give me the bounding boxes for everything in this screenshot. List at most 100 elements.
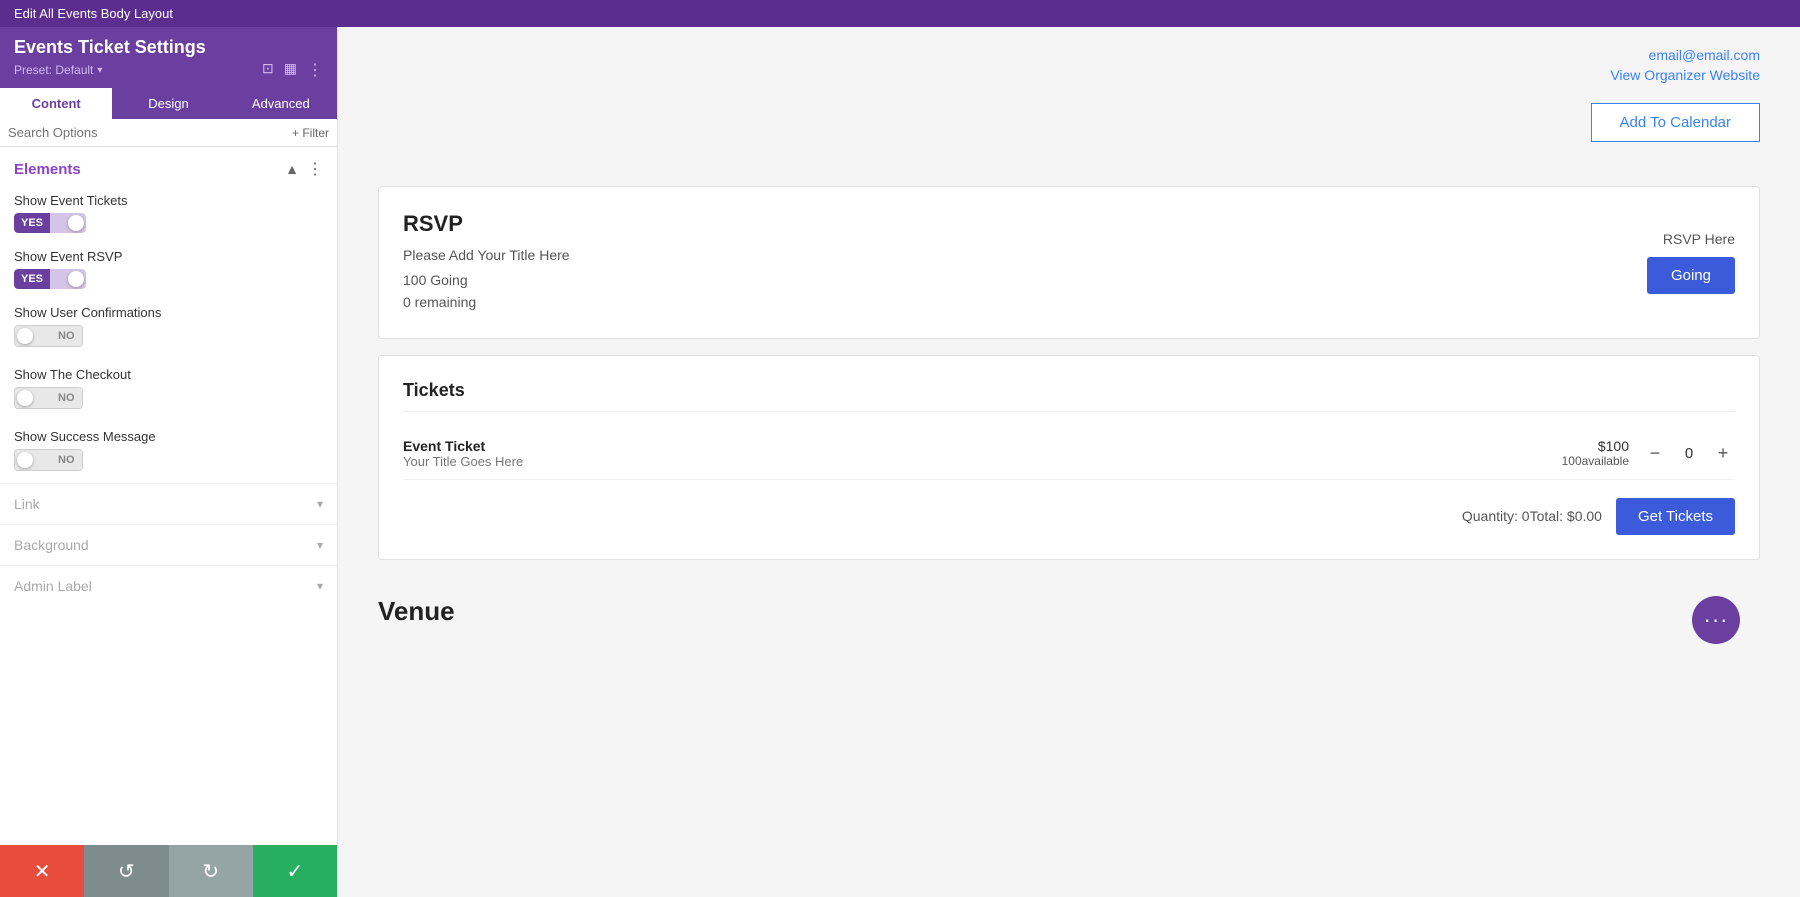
section-controls: ▲ ⋮ [285, 159, 323, 179]
preset-line: Preset: Default ▾ ⊡ ▦ ⋮ [14, 60, 323, 80]
venue-title: Venue [378, 596, 1760, 627]
qty-control: − 0 + [1643, 441, 1735, 465]
rsvp-going: 100 Going [403, 269, 1647, 291]
bottom-bar: ✕ ↺ ↻ ✓ [0, 845, 337, 897]
rsvp-subtitle: Please Add Your Title Here [403, 247, 1647, 263]
tab-advanced[interactable]: Advanced [225, 88, 337, 119]
venue-section: Venue ··· [378, 576, 1760, 627]
sidebar-tabs: Content Design Advanced [0, 88, 337, 119]
link-label: Link [14, 496, 40, 512]
content-top: email@email.com View Organizer Website [378, 27, 1760, 93]
organizer-links: email@email.com View Organizer Website [1610, 47, 1760, 83]
rsvp-card-left: RSVP Please Add Your Title Here 100 Goin… [403, 211, 1647, 314]
search-input[interactable] [8, 125, 286, 140]
admin-label-label: Admin Label [14, 578, 92, 594]
toggle-yes-label: YES [14, 213, 50, 233]
widget-title: Events Ticket Settings [14, 37, 323, 58]
qty-decrement-button[interactable]: − [1643, 441, 1667, 465]
sidebar: Events Ticket Settings Preset: Default ▾… [0, 27, 338, 897]
rsvp-remaining: 0 remaining [403, 291, 1647, 313]
tab-content[interactable]: Content [0, 88, 112, 119]
sidebar-header: Events Ticket Settings Preset: Default ▾… [0, 27, 337, 88]
toggle-label-confirmations: Show User Confirmations [14, 305, 323, 320]
ticket-available: 100available [1562, 454, 1629, 468]
search-row: + Filter [0, 119, 337, 147]
chevron-up-icon[interactable]: ▲ [285, 161, 299, 177]
toggle-no-text-conf: NO [51, 326, 82, 346]
ticket-info: Event Ticket Your Title Goes Here [403, 438, 523, 469]
toggle-thumb-conf [17, 328, 33, 344]
qty-increment-button[interactable]: + [1711, 441, 1735, 465]
link-chevron-icon: ▾ [317, 497, 323, 511]
ticket-subtitle: Your Title Goes Here [403, 454, 523, 469]
qty-total-text: Quantity: 0Total: $0.00 [1462, 508, 1602, 524]
main-layout: Events Ticket Settings Preset: Default ▾… [0, 27, 1800, 897]
toggle-label-success: Show Success Message [14, 429, 323, 444]
toggle-no-track-checkout [15, 388, 51, 408]
collapsible-admin-label[interactable]: Admin Label ▾ [0, 565, 337, 606]
toggle-show-user-confirmations: Show User Confirmations NO [0, 297, 337, 359]
more-icon[interactable]: ⋮ [307, 60, 323, 80]
redo-button[interactable]: ↻ [169, 845, 253, 897]
floating-action-button[interactable]: ··· [1692, 596, 1740, 644]
ticket-name: Event Ticket [403, 438, 523, 454]
organizer-email[interactable]: email@email.com [1649, 47, 1760, 63]
collapsible-background[interactable]: Background ▾ [0, 524, 337, 565]
going-button[interactable]: Going [1647, 257, 1735, 294]
add-to-calendar-container: Add To Calendar [378, 93, 1760, 162]
collapsible-link[interactable]: Link ▾ [0, 483, 337, 524]
columns-icon[interactable]: ▦ [284, 60, 297, 80]
sidebar-body: Elements ▲ ⋮ Show Event Tickets YES Sho [0, 147, 337, 845]
elements-title: Elements [14, 161, 81, 178]
toggle-no-track-success [15, 450, 51, 470]
filter-button[interactable]: + Filter [292, 126, 329, 140]
close-button[interactable]: ✕ [0, 845, 84, 897]
top-bar-title: Edit All Events Body Layout [14, 6, 173, 21]
toggle-no-text-checkout: NO [51, 388, 82, 408]
top-bar: Edit All Events Body Layout [0, 0, 1800, 27]
toggle-no-text-success: NO [51, 450, 82, 470]
get-tickets-button[interactable]: Get Tickets [1616, 498, 1735, 535]
toggle-show-event-tickets: Show Event Tickets YES [0, 185, 337, 241]
rsvp-card-right: RSVP Here Going [1647, 231, 1735, 294]
toggle-thumb [68, 215, 84, 231]
save-button[interactable]: ✓ [253, 845, 337, 897]
toggle-rsvp-switch[interactable]: YES [14, 269, 86, 289]
toggle-thumb-checkout [17, 390, 33, 406]
add-to-calendar-button[interactable]: Add To Calendar [1591, 103, 1760, 142]
rsvp-title: RSVP [403, 211, 1647, 237]
elements-menu-icon[interactable]: ⋮ [307, 159, 323, 179]
toggle-track [50, 213, 86, 233]
toggle-no-track-conf [15, 326, 51, 346]
toggle-checkout-switch[interactable]: NO [14, 387, 83, 409]
toggle-thumb-rsvp [68, 271, 84, 287]
ticket-price-col: $100 100available [1562, 438, 1629, 468]
rsvp-card-inner: RSVP Please Add Your Title Here 100 Goin… [403, 211, 1735, 314]
toggle-label-rsvp: Show Event RSVP [14, 249, 323, 264]
toggle-label-tickets: Show Event Tickets [14, 193, 323, 208]
toggle-show-success: Show Success Message NO [0, 421, 337, 483]
tab-design[interactable]: Design [112, 88, 224, 119]
toggle-yes-rsvp: YES [14, 269, 50, 289]
background-chevron-icon: ▾ [317, 538, 323, 552]
ticket-price: $100 [1562, 438, 1629, 454]
toggle-success-switch[interactable]: NO [14, 449, 83, 471]
toggle-show-checkout: Show The Checkout NO [0, 359, 337, 421]
qty-value: 0 [1679, 445, 1699, 462]
expand-icon[interactable]: ⊡ [262, 60, 274, 80]
admin-label-chevron-icon: ▾ [317, 579, 323, 593]
undo-button[interactable]: ↺ [84, 845, 168, 897]
tickets-title: Tickets [403, 380, 1735, 412]
preset-arrow: ▾ [97, 65, 102, 76]
preset-label: Preset: Default [14, 63, 93, 77]
tickets-card: Tickets Event Ticket Your Title Goes Her… [378, 355, 1760, 560]
organizer-website-link[interactable]: View Organizer Website [1610, 67, 1760, 83]
elements-section-header: Elements ▲ ⋮ [0, 147, 337, 185]
ticket-right: $100 100available − 0 + [1562, 438, 1735, 468]
tickets-footer: Quantity: 0Total: $0.00 Get Tickets [403, 498, 1735, 535]
toggle-tickets-switch[interactable]: YES [14, 213, 86, 233]
ticket-row: Event Ticket Your Title Goes Here $100 1… [403, 428, 1735, 480]
rsvp-card: RSVP Please Add Your Title Here 100 Goin… [378, 186, 1760, 339]
rsvp-here-label: RSVP Here [1663, 231, 1735, 247]
toggle-confirmations-switch[interactable]: NO [14, 325, 83, 347]
